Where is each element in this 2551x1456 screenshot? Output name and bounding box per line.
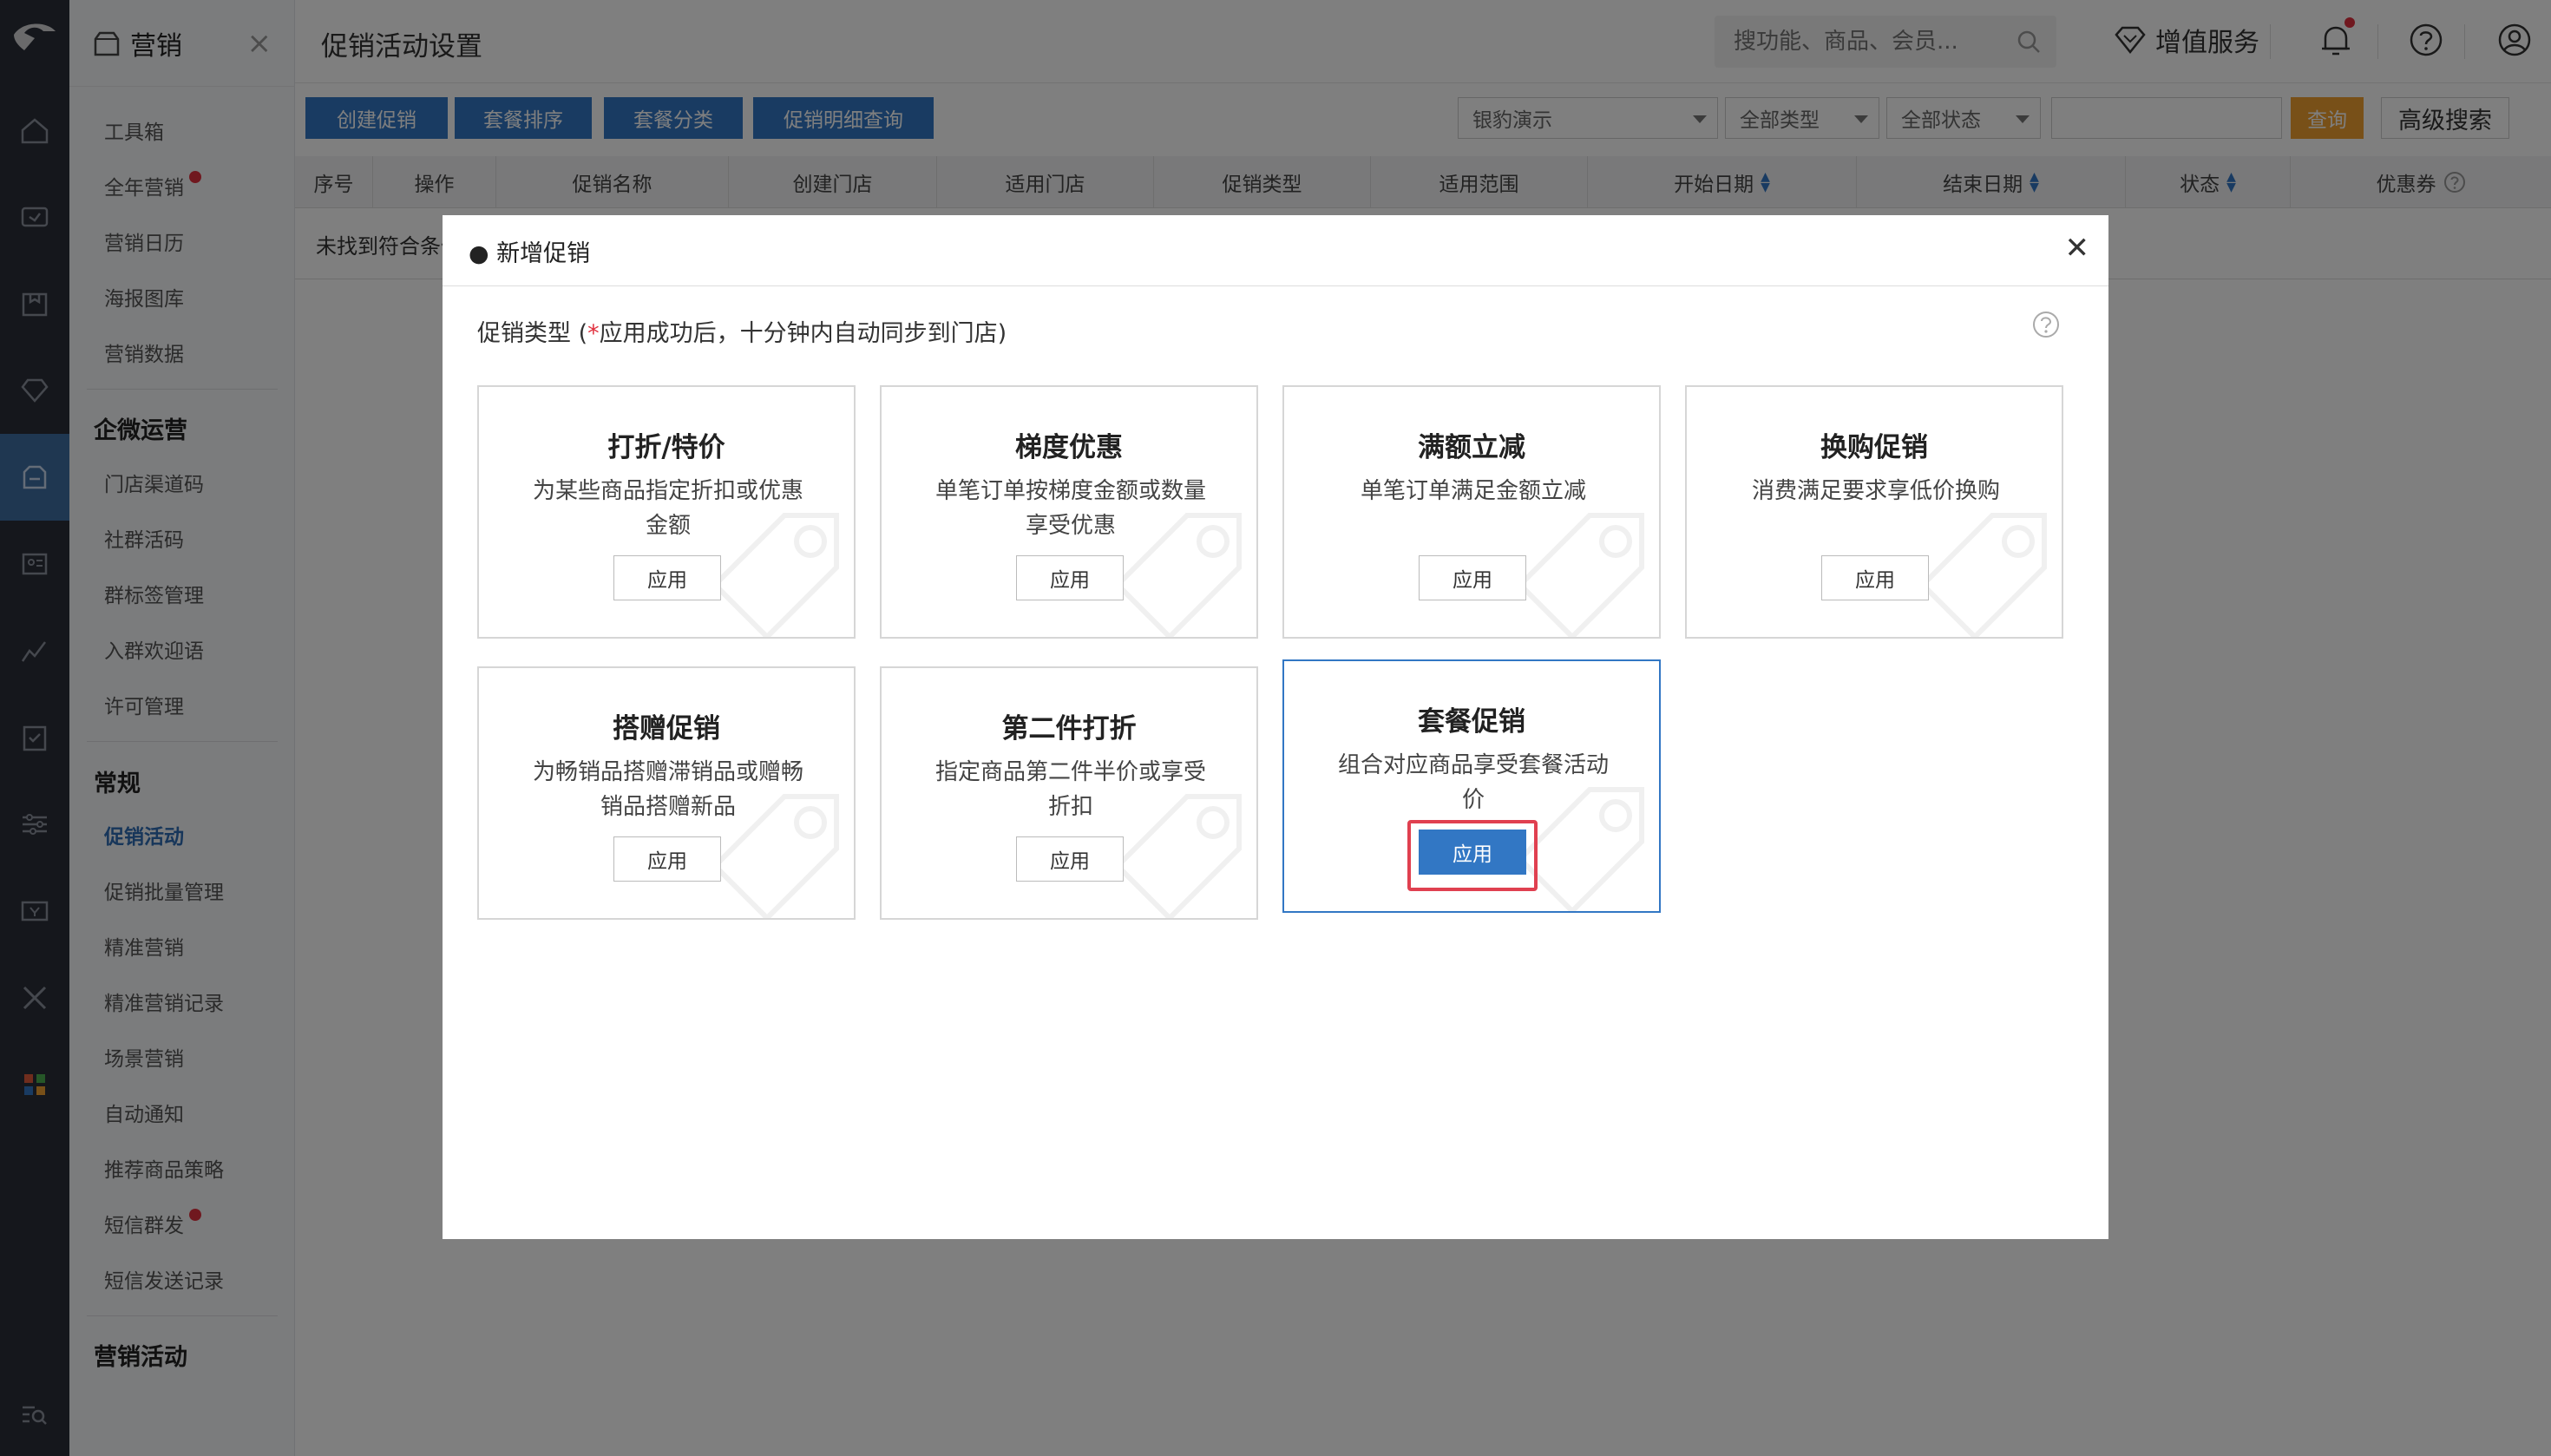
apply-button[interactable]: 应用 [1016, 555, 1124, 600]
apply-button[interactable]: 应用 [1821, 555, 1929, 600]
card-description: 单笔订单按梯度金额或数量享受优惠 [934, 478, 1206, 539]
promo-card-tiered[interactable]: 梯度优惠 单笔订单按梯度金额或数量享受优惠 应用 [880, 385, 1258, 639]
card-description: 消费满足要求享低价换购 [1751, 478, 2000, 504]
card-title: 打折/特价 [607, 432, 725, 463]
apply-button[interactable]: 应用 [1016, 836, 1124, 882]
promo-card-second-item[interactable]: 第二件打折 指定商品第二件半价或享受折扣 应用 [880, 666, 1258, 920]
apply-button[interactable]: 应用 [613, 555, 721, 600]
promotion-type-label: 促销类型 (*应用成功后，十分钟内自动同步到门店) [477, 314, 1007, 348]
dialog-title: ● 新增促销 [469, 240, 591, 267]
highlight-box [1407, 820, 1538, 891]
card-title: 换购促销 [1820, 432, 1928, 463]
apply-button[interactable]: 应用 [1419, 555, 1526, 600]
card-title: 第二件打折 [1001, 713, 1137, 744]
dialog-header: ● 新增促销 ✕ [443, 215, 2108, 286]
new-promotion-dialog: ● 新增促销 ✕ 促销类型 (*应用成功后，十分钟内自动同步到门店) 打折/特价… [443, 215, 2108, 1239]
card-title: 搭赠促销 [613, 713, 720, 744]
card-description: 指定商品第二件半价或享受折扣 [934, 759, 1206, 820]
promotion-type-text: 促销类型 ( [477, 320, 588, 347]
close-icon[interactable]: ✕ [2065, 231, 2090, 266]
promo-card-gift[interactable]: 搭赠促销 为畅销品搭赠滞销品或赠畅销品搭赠新品 应用 [477, 666, 856, 920]
card-title: 套餐促销 [1418, 706, 1525, 738]
card-title: 梯度优惠 [1015, 432, 1123, 463]
promo-card-full-reduction[interactable]: 满额立减 单笔订单满足金额立减 应用 [1282, 385, 1661, 639]
card-description: 为畅销品搭赠滞销品或赠畅销品搭赠新品 [532, 759, 803, 820]
apply-button[interactable]: 应用 [613, 836, 721, 882]
required-mark: * [587, 320, 600, 347]
card-title: 满额立减 [1418, 432, 1525, 463]
card-description: 单笔订单满足金额立减 [1360, 478, 1586, 504]
card-description: 组合对应商品享受套餐活动价 [1337, 752, 1609, 813]
sync-note: 应用成功后，十分钟内自动同步到门店) [599, 320, 1007, 347]
help-icon[interactable] [2030, 309, 2062, 340]
card-description: 为某些商品指定折扣或优惠金额 [532, 478, 803, 539]
promo-card-exchange[interactable]: 换购促销 消费满足要求享低价换购 应用 [1685, 385, 2063, 639]
promo-card-discount[interactable]: 打折/特价 为某些商品指定折扣或优惠金额 应用 [477, 385, 856, 639]
